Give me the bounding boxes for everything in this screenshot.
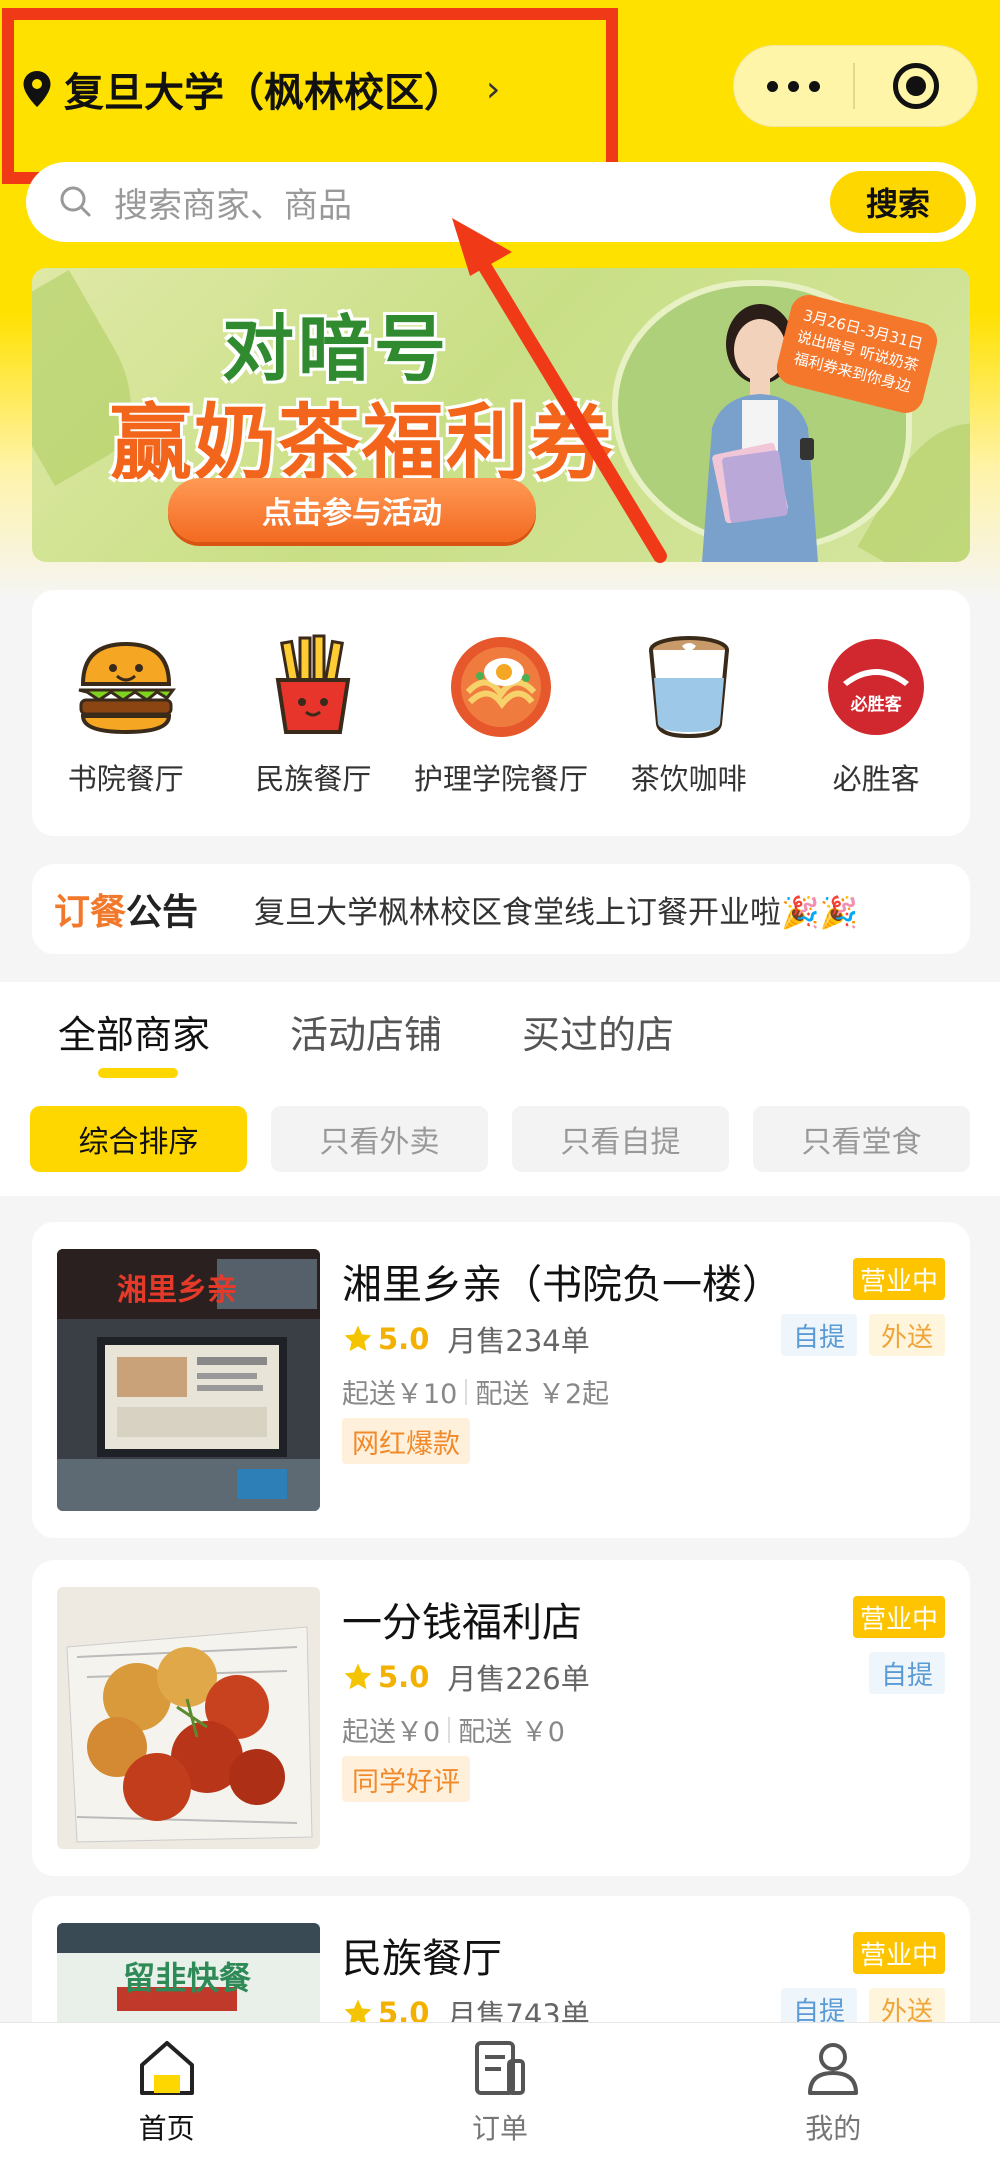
category-item[interactable]: 茶饮咖啡 xyxy=(599,632,779,836)
search-placeholder: 搜索商家、商品 xyxy=(114,185,352,226)
category-label: 茶饮咖啡 xyxy=(630,762,747,796)
tab-profile[interactable]: 我的 xyxy=(733,2037,933,2147)
promo-banner[interactable]: 对暗号 赢奶茶福利券 点击参与活动 3月26日-3月31日 说出暗号 听说奶茶福… xyxy=(32,268,970,562)
tab-all-shops[interactable]: 全部商家 xyxy=(58,1004,211,1078)
bottom-tab-bar: 首页 订单 我的 xyxy=(0,2022,1000,2160)
search-icon xyxy=(56,182,96,222)
shop-name: 湘里乡亲（书院负一楼） xyxy=(342,1262,782,1308)
fries-icon xyxy=(258,632,368,742)
shop-list-controls: 全部商家 活动店铺 买过的店 综合排序 只看外卖 只看自提 只看堂食 xyxy=(0,982,1000,1196)
announcement-tag: 订餐公告 xyxy=(54,883,198,935)
tab-label: 我的 xyxy=(805,2111,862,2145)
filter-pickup-only[interactable]: 只看自提 xyxy=(512,1106,729,1172)
status-badge: 营业中 xyxy=(853,1258,945,1300)
order-icon xyxy=(474,2040,525,2095)
tab-home[interactable]: 首页 xyxy=(67,2037,267,2147)
category-panel: 书院餐厅 民族餐厅 护理学院餐厅 茶饮咖啡 必胜客 必胜客 xyxy=(32,590,970,836)
star-icon xyxy=(344,1663,372,1690)
shop-rating: 5.0 月售226单 xyxy=(342,1656,590,1698)
shop-sign-text: 湘里乡亲 xyxy=(117,1273,237,1308)
pizza-hut-logo: 必胜客 xyxy=(821,632,931,742)
tab-underline xyxy=(98,1068,178,1078)
category-item[interactable]: 书院餐厅 xyxy=(36,632,216,836)
tab-label: 首页 xyxy=(138,2111,195,2145)
tab-promo-shops[interactable]: 活动店铺 xyxy=(290,1004,442,1059)
pickup-badge: 自提 xyxy=(781,1314,857,1356)
shop-fees: 起送￥10 配送 ￥2起 xyxy=(342,1372,609,1411)
category-item[interactable]: 民族餐厅 xyxy=(223,632,403,836)
shop-rating: 5.0 月售234单 xyxy=(342,1318,590,1360)
miniprogram-capsule xyxy=(733,45,978,127)
banner-cta-button[interactable]: 点击参与活动 xyxy=(168,478,536,542)
star-icon xyxy=(344,1325,372,1352)
shop-tag: 同学好评 xyxy=(342,1756,470,1802)
announcement-tag-b: 公告 xyxy=(126,892,199,933)
search-bar[interactable]: 搜索商家、商品 搜索 xyxy=(26,162,976,242)
category-label: 必胜客 xyxy=(832,762,920,796)
monthly-sales: 月售226单 xyxy=(447,1662,590,1696)
burger-icon xyxy=(71,632,181,742)
profile-icon xyxy=(808,2042,859,2095)
shop-card[interactable]: 湘里乡亲 湘里乡亲（书院负一楼） 5.0 月售234单 起送￥10 配送 ￥2起 … xyxy=(32,1222,970,1538)
filter-dine-in-only[interactable]: 只看堂食 xyxy=(753,1106,970,1172)
status-badge: 营业中 xyxy=(853,1596,945,1638)
search-button[interactable]: 搜索 xyxy=(830,171,966,233)
tab-label: 全部商家 xyxy=(58,1013,211,1057)
coffee-cup-icon xyxy=(634,632,744,742)
tab-orders[interactable]: 订单 xyxy=(400,2037,600,2147)
shop-fees: 起送￥0 配送 ￥0 xyxy=(342,1710,565,1749)
announcement-bar[interactable]: 订餐公告 复旦大学枫林校区食堂线上订餐开业啦🎉🎉 xyxy=(32,864,970,954)
shop-image: 湘里乡亲 xyxy=(57,1249,320,1511)
filter-row: 综合排序 只看外卖 只看自提 只看堂食 xyxy=(30,1106,970,1172)
category-label: 护理学院餐厅 xyxy=(413,762,588,796)
announcement-message: 复旦大学枫林校区食堂线上订餐开业啦🎉🎉 xyxy=(254,894,859,931)
rating-score: 5.0 xyxy=(378,1660,430,1694)
pizza-hut-logo-text: 必胜客 xyxy=(850,695,902,715)
shop-card[interactable]: 一分钱福利店 5.0 月售226单 起送￥0 配送 ￥0 同学好评 营业中 自提 xyxy=(32,1560,970,1876)
category-item[interactable]: 护理学院餐厅 xyxy=(411,632,591,836)
fee-divider xyxy=(448,1716,451,1743)
delivery-badge: 外送 xyxy=(869,1314,945,1356)
announcement-tag-a: 订餐 xyxy=(54,892,127,933)
category-item[interactable]: 必胜客 必胜客 xyxy=(786,632,966,836)
tab-label: 订单 xyxy=(471,2111,528,2145)
shop-name: 一分钱福利店 xyxy=(342,1600,582,1646)
shop-sign-text: 留韭快餐 xyxy=(123,1959,252,1997)
service-badges: 自提 外送 xyxy=(781,1314,945,1356)
tab-label: 买过的店 xyxy=(522,1013,675,1057)
status-badge: 营业中 xyxy=(853,1932,945,1974)
tab-purchased-shops[interactable]: 买过的店 xyxy=(522,1004,674,1059)
delivery-fee: 配送 ￥0 xyxy=(458,1717,565,1748)
noodle-bowl-icon xyxy=(446,632,556,742)
tab-label: 活动店铺 xyxy=(290,1013,443,1057)
service-badges: 自提 xyxy=(869,1652,945,1694)
filter-delivery-only[interactable]: 只看外卖 xyxy=(271,1106,488,1172)
monthly-sales: 月售234单 xyxy=(447,1324,590,1358)
shop-image xyxy=(57,1587,320,1849)
more-menu-icon[interactable] xyxy=(734,80,853,92)
shop-name: 民族餐厅 xyxy=(342,1936,502,1982)
pickup-badge: 自提 xyxy=(869,1652,945,1694)
annotation-highlight-box xyxy=(2,8,618,184)
rating-score: 5.0 xyxy=(378,1322,430,1356)
shop-tabs: 全部商家 活动店铺 买过的店 xyxy=(58,1004,754,1078)
filter-comprehensive[interactable]: 综合排序 xyxy=(30,1106,247,1172)
home-icon xyxy=(139,2040,194,2095)
category-label: 书院餐厅 xyxy=(67,762,184,796)
min-order: 起送￥0 xyxy=(342,1717,441,1748)
fee-divider xyxy=(465,1378,468,1405)
min-order: 起送￥10 xyxy=(342,1379,458,1410)
delivery-fee: 配送 ￥2起 xyxy=(475,1379,610,1410)
shop-tag: 网红爆款 xyxy=(342,1418,470,1464)
category-label: 民族餐厅 xyxy=(255,762,372,796)
close-miniprogram-icon[interactable] xyxy=(855,63,977,109)
